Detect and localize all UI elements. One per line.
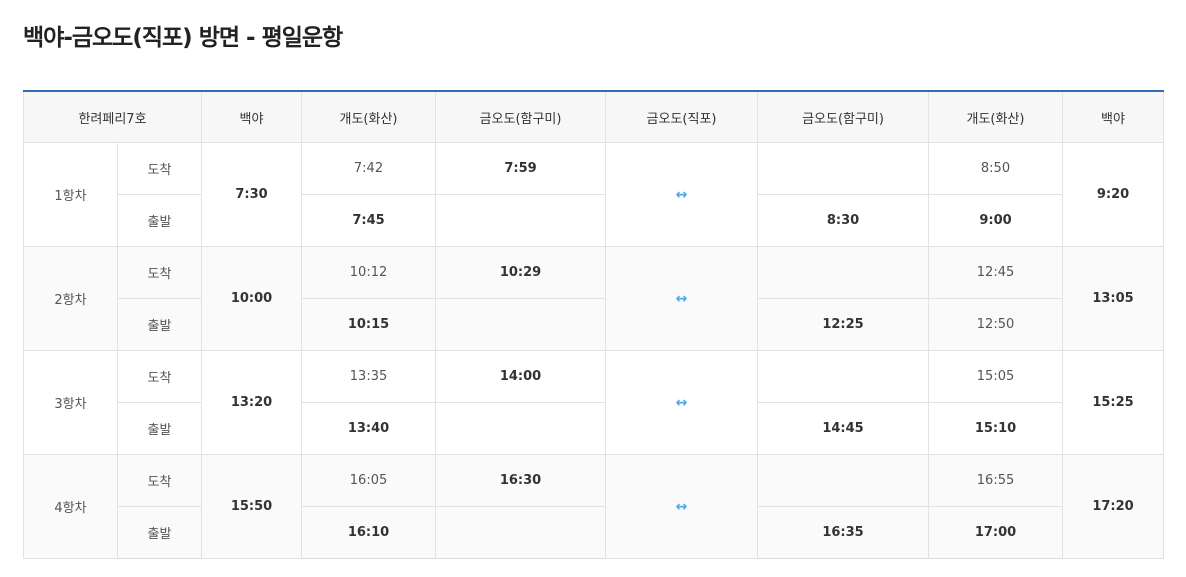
baekya-arrive-time: 17:20 <box>1062 454 1165 559</box>
gaedo-return-arrive-time: 8:50 <box>928 142 1064 195</box>
trip-name: 1항차 <box>23 142 118 247</box>
arrive-label: 도착 <box>116 142 203 195</box>
table-row: 출발 13:40 14:45 15:10 <box>24 402 1164 455</box>
timetable-body: 1항차 도착 7:30 7:42 7:59 ↔ 8:50 9:20 출발 7:45 8:30 9:00… <box>23 142 1165 559</box>
gaedo-return-arrive-time: 16:55 <box>928 454 1064 507</box>
ferry-timetable: 한려페리7호 백야 개도(화산) 금오도(함구미) 금오도(직포) 금오도(함구… <box>22 90 1165 559</box>
header-baekya-arrive: 백야 <box>1062 90 1165 143</box>
trip-name: 4항차 <box>23 454 118 559</box>
table-row: 4항차 도착 15:50 16:05 16:30 ↔ 16:55 17:20 <box>23 454 1165 559</box>
jikpo-cell: ↔ <box>605 454 759 559</box>
table-row: 출발 7:45 8:30 9:00 <box>24 194 1164 247</box>
hamgumi-arrive-time: 16:30 <box>435 454 607 507</box>
empty-cell <box>435 402 607 455</box>
hamgumi-arrive-time: 14:00 <box>435 350 607 403</box>
header-ship: 한려페리7호 <box>22 90 203 143</box>
gaedo-depart-time: 10:15 <box>301 298 437 351</box>
hamgumi-return-depart-time: 12:25 <box>757 298 930 351</box>
empty-cell <box>757 350 930 403</box>
gaedo-depart-time: 16:10 <box>301 506 437 559</box>
header-row: 한려페리7호 백야 개도(화산) 금오도(함구미) 금오도(직포) 금오도(함구… <box>22 90 1165 143</box>
round-trip-arrow-icon: ↔ <box>675 290 688 307</box>
round-trip-arrow-icon: ↔ <box>675 498 688 515</box>
gaedo-arrive-time: 7:42 <box>301 142 437 195</box>
trip-name: 3항차 <box>23 350 118 455</box>
baekya-arrive-time: 15:25 <box>1062 350 1165 455</box>
gaedo-arrive-time: 13:35 <box>301 350 437 403</box>
page-title: 백야-금오도(직포) 방면 - 평일운항 <box>23 25 343 51</box>
empty-cell <box>435 298 607 351</box>
gaedo-return-arrive-time: 12:45 <box>928 246 1064 299</box>
baekya-arrive-time: 9:20 <box>1062 142 1165 247</box>
table-row: 2항차 도착 10:00 10:12 10:29 ↔ 12:45 13:05 <box>23 246 1165 351</box>
trip-name: 2항차 <box>23 246 118 351</box>
gaedo-depart-time: 13:40 <box>301 402 437 455</box>
header-hamgumi-return: 금오도(함구미) <box>757 90 930 143</box>
gaedo-return-depart-time: 12:50 <box>928 298 1064 351</box>
header-gaedo: 개도(화산) <box>301 90 437 143</box>
table-row: 출발 10:15 12:25 12:50 <box>24 298 1164 351</box>
empty-cell <box>757 454 930 507</box>
gaedo-return-depart-time: 17:00 <box>928 506 1064 559</box>
depart-label: 출발 <box>116 402 203 455</box>
header-baekya-depart: 백야 <box>201 90 303 143</box>
baekya-arrive-time: 13:05 <box>1062 246 1165 351</box>
arrive-label: 도착 <box>116 454 203 507</box>
arrive-label: 도착 <box>116 350 203 403</box>
hamgumi-arrive-time: 10:29 <box>435 246 607 299</box>
empty-cell <box>435 194 607 247</box>
gaedo-return-depart-time: 9:00 <box>928 194 1064 247</box>
hamgumi-arrive-time: 7:59 <box>435 142 607 195</box>
table-row: 출발 16:10 16:35 17:00 <box>24 506 1164 559</box>
gaedo-arrive-time: 10:12 <box>301 246 437 299</box>
gaedo-return-arrive-time: 15:05 <box>928 350 1064 403</box>
empty-cell <box>435 506 607 559</box>
depart-label: 출발 <box>116 506 203 559</box>
header-gaedo-return: 개도(화산) <box>928 90 1064 143</box>
header-jikpo: 금오도(직포) <box>605 90 759 143</box>
round-trip-arrow-icon: ↔ <box>675 186 688 203</box>
baekya-depart-time: 13:20 <box>201 350 303 455</box>
arrive-label: 도착 <box>116 246 203 299</box>
gaedo-depart-time: 7:45 <box>301 194 437 247</box>
hamgumi-return-depart-time: 14:45 <box>757 402 930 455</box>
gaedo-arrive-time: 16:05 <box>301 454 437 507</box>
table-row: 1항차 도착 7:30 7:42 7:59 ↔ 8:50 9:20 <box>23 142 1165 247</box>
baekya-depart-time: 15:50 <box>201 454 303 559</box>
hamgumi-return-depart-time: 8:30 <box>757 194 930 247</box>
empty-cell <box>757 246 930 299</box>
baekya-depart-time: 7:30 <box>201 142 303 247</box>
jikpo-cell: ↔ <box>605 350 759 455</box>
table-row: 3항차 도착 13:20 13:35 14:00 ↔ 15:05 15:25 <box>23 350 1165 455</box>
hamgumi-return-depart-time: 16:35 <box>757 506 930 559</box>
depart-label: 출발 <box>116 298 203 351</box>
empty-cell <box>757 142 930 195</box>
depart-label: 출발 <box>116 194 203 247</box>
gaedo-return-depart-time: 15:10 <box>928 402 1064 455</box>
round-trip-arrow-icon: ↔ <box>675 394 688 411</box>
jikpo-cell: ↔ <box>605 142 759 247</box>
jikpo-cell: ↔ <box>605 246 759 351</box>
header-hamgumi: 금오도(함구미) <box>435 90 607 143</box>
baekya-depart-time: 10:00 <box>201 246 303 351</box>
